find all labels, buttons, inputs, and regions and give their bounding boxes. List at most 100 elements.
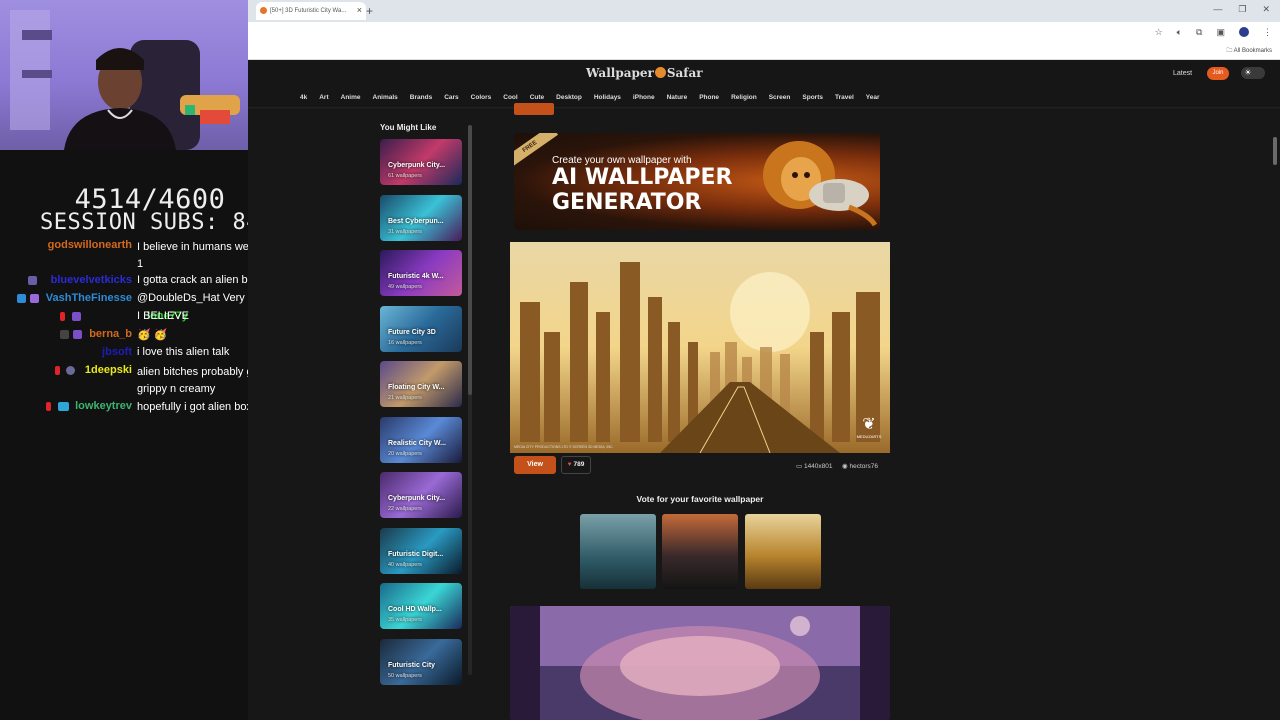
category-link[interactable]: Sports [802,94,823,101]
profile-avatar[interactable] [1239,27,1249,37]
sidebar-card[interactable]: Futuristic 4k W... 49 wallpapers [380,250,462,296]
category-link[interactable]: Art [319,94,328,101]
tab-close-icon[interactable]: × [357,5,362,15]
category-link[interactable]: Screen [769,94,791,101]
ai-generator-banner[interactable]: FREE Create your own wallpaper with AI W… [514,133,880,230]
category-link[interactable]: Cute [530,94,544,101]
prev-view-button[interactable] [514,103,554,115]
chat-badge-icon [60,330,69,339]
theme-toggle[interactable]: ☀ [1241,67,1265,79]
sidebar-scroll-thumb[interactable] [468,125,472,395]
chat-username: VashTheFinesse [45,292,132,304]
tab-active[interactable]: [50+] 3D Futuristic City Wa... × [256,2,366,20]
sidebar-card-count: 16 wallpapers [388,339,422,346]
monitor-icon: ▭ [796,463,804,470]
sidebar-card-label: Best Cyberpun... [388,217,444,225]
sidebar-card[interactable]: Cyberpunk City... 22 wallpapers [380,472,462,518]
sidebar-card[interactable]: Futuristic City 50 wallpapers [380,638,462,685]
sidebar-card-count: 35 wallpapers [388,617,422,623]
all-bookmarks-label: All Bookmarks [1233,48,1272,54]
close-window-button[interactable]: ✕ [1262,4,1270,15]
vote-option-3[interactable] [745,514,821,589]
bookmarks-bar: 🗀︎ All Bookmarks [248,44,1280,60]
sidebar-card-label: Cyberpunk City... [388,495,446,502]
chat-username: jbsoft [102,346,132,358]
category-link[interactable]: Animals [373,94,398,101]
category-link[interactable]: Year [866,94,880,101]
like-button[interactable]: ♥ 789 [561,456,591,474]
bookmark-star-icon[interactable]: ☆ [1155,27,1163,38]
extensions-icon[interactable]: ⧉ [1196,27,1202,38]
sidebar-card[interactable]: Future City 3D 16 wallpapers [380,305,462,352]
category-link[interactable]: Phone [699,94,719,101]
sidebar-card-count: 22 wallpapers [388,506,422,512]
sidebar-card-label: Future City 3D [388,328,436,336]
category-nav: 4k Art Anime Animals Brands Cars Colors Cool Cut… [248,88,1280,108]
sidebar-card[interactable]: Best Cyberpun... 31 wallpapers [380,194,462,241]
latest-link[interactable]: Latest [1173,70,1192,77]
site-logo[interactable]: Wallpaper Safar [586,66,703,80]
sun-icon: ☀ [1244,68,1252,77]
chat-badge-icon [17,294,26,303]
sidebar-card-count: 31 wallpapers [388,228,422,235]
category-link[interactable]: Cool [503,94,517,101]
category-link[interactable]: Brands [410,94,432,101]
join-button[interactable]: Join [1207,67,1229,80]
category-link[interactable]: Colors [471,94,492,101]
artist-logo: ❦ MEDUZARTS [851,416,887,444]
category-link[interactable]: Nature [667,94,688,101]
maximize-button[interactable]: ❐ [1238,4,1246,15]
tab-favicon-icon [260,7,267,14]
logo-text-right: Safar [666,66,703,80]
sidebar-card-count: 61 wallpapers [388,173,422,179]
view-button[interactable]: View [514,456,556,474]
sidebar-card[interactable]: Cyberpunk City... 61 wallpapers [380,139,462,185]
menu-icon[interactable]: ⋮ [1263,27,1272,38]
sidebar-card-count: 21 wallpapers [388,395,422,401]
sidebar-card-count: 20 wallpapers [388,450,422,457]
category-link[interactable]: Anime [341,94,361,101]
chat-badge-icon [60,312,65,321]
category-link[interactable]: iPhone [633,94,655,101]
sidepanel-icon[interactable]: ▣ [1216,27,1225,38]
page-scroll-thumb[interactable] [1273,137,1277,165]
chat-username: berna_b [89,328,132,340]
sidebar-card[interactable]: Realistic City W... 20 wallpapers [380,416,462,463]
address-bar[interactable]: ☆ 🔈︎ ⧉ ▣ ⋮ [248,22,1280,44]
sidebar-card-count: 50 wallpapers [388,672,422,679]
new-tab-button[interactable]: + [366,4,373,18]
tab-title: [50+] 3D Futuristic City Wa... [270,8,347,14]
minimize-button[interactable]: — [1213,4,1222,15]
logo-mark-icon [654,67,666,78]
vote-title: Vote for your favorite wallpaper [636,494,764,504]
category-link[interactable]: Holidays [594,94,621,101]
uploader-link[interactable]: ◉ hectors76 [842,462,878,470]
chat-badge-icon [72,312,81,321]
category-link[interactable]: Cars [444,94,458,101]
wallpaper-preview[interactable]: MEDIA CITY PRODUCTIONS LTD © SCREEN 3D M… [510,242,890,453]
sidebar-card[interactable]: Floating City W... 21 wallpapers [380,361,462,407]
sidebar-card-label: Futuristic City [388,661,436,669]
sidebar-card[interactable]: Cool HD Wallp... 35 wallpapers [380,583,462,629]
vote-option-2[interactable] [662,514,738,589]
chat-badge-icon [28,276,37,285]
banner-title-line2: GENERATOR [552,190,702,215]
chat-badge-icon [73,330,82,339]
all-bookmarks-link[interactable]: 🗀︎ All Bookmarks [1226,46,1272,56]
category-link[interactable]: Desktop [556,94,582,101]
like-count: 789 [573,461,585,468]
you-might-like-sidebar: You Might Like Cyberpunk City... 61 wallp… [374,115,478,685]
category-link[interactable]: Travel [835,94,854,101]
mute-icon[interactable]: 🔈︎ [1177,27,1182,38]
category-link[interactable]: 4k [300,94,307,101]
vote-option-1[interactable] [580,514,656,589]
page-scrollbar[interactable] [1272,109,1278,720]
next-wallpaper-preview[interactable] [510,606,890,720]
category-link[interactable]: Religion [731,94,757,101]
resolution-value: 1440x801 [803,463,833,470]
page-content: You Might Like Cyberpunk City... 61 wallp… [248,103,1280,720]
sidebar-card[interactable]: Futuristic Digit... 40 wallpapers [380,527,462,574]
chat-username: lowkeytrev [75,400,132,412]
chat-badge-icon [30,294,39,303]
sidebar-scrollbar[interactable] [468,125,472,675]
